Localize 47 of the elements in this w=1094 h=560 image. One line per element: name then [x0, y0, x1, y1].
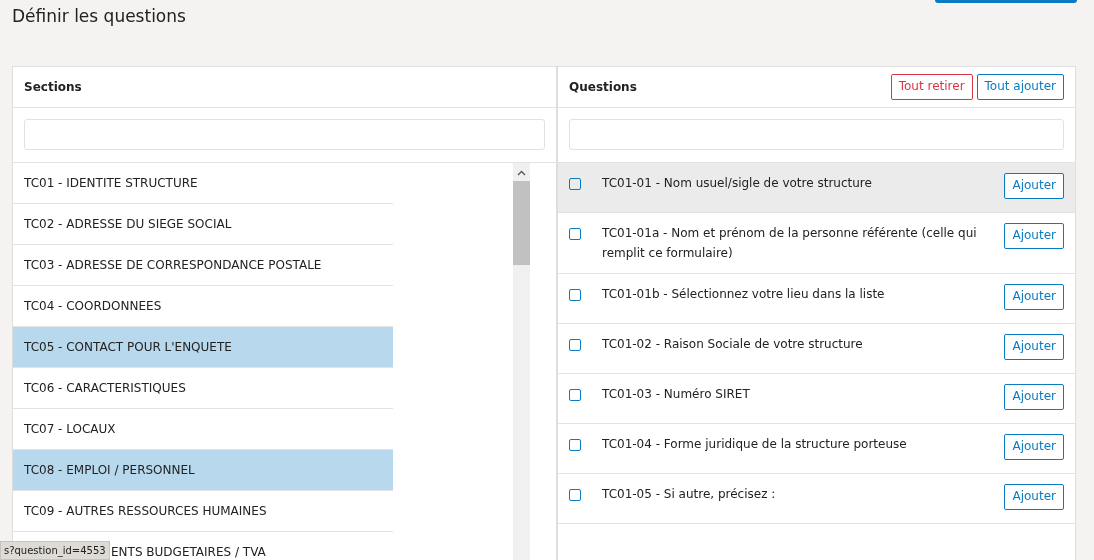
question-label: TC01-05 - Si autre, précisez : [602, 486, 777, 503]
scroll-thumb[interactable] [513, 181, 530, 265]
question-label: TC01-03 - Numéro SIRET [602, 386, 751, 403]
question-row[interactable]: TC01-03 - Numéro SIRET Ajouter [558, 374, 1075, 424]
add-button[interactable]: Ajouter [1004, 484, 1064, 510]
panel-title: Questions [569, 79, 637, 95]
checkbox[interactable] [569, 489, 581, 501]
section-item[interactable]: TC05 - CONTACT POUR L'ENQUETE [13, 327, 393, 368]
scrollbar[interactable] [513, 163, 530, 560]
question-row[interactable]: TC01-04 - Forme juridique de la structure porteuse Ajouter [558, 424, 1075, 474]
add-all-button[interactable]: Tout ajouter [976, 74, 1064, 100]
question-row[interactable]: TC01-05 - Si autre, précisez : Ajouter [558, 474, 1075, 524]
status-tooltip: s?question_id=4553 [0, 541, 110, 560]
question-row[interactable]: TC01-01b - Sélectionnez votre lieu dans la liste Ajouter [558, 274, 1075, 324]
section-item-text[interactable]: ENTS BUDGETAIRES / TVA [111, 543, 266, 560]
search-field[interactable] [569, 119, 1064, 150]
panel-title: Sections [24, 79, 82, 95]
checkbox[interactable] [569, 178, 581, 190]
add-button[interactable]: Ajouter [1004, 223, 1064, 249]
question-label: TC01-04 - Forme juridique de la structure porteuse [602, 436, 908, 453]
question-row[interactable]: TC01-01a - Nom et prénom de la personne référente (celle qui remplit ce formulaire) Ajouter [558, 213, 1075, 274]
question-label: TC01-02 - Raison Sociale de votre structure [602, 336, 864, 353]
add-button[interactable]: Ajouter [1004, 384, 1064, 410]
checkbox[interactable] [569, 389, 581, 401]
checkbox[interactable] [569, 289, 581, 301]
question-label: TC01-01b - Sélectionnez votre lieu dans la liste [602, 286, 886, 303]
page-title: Définir les questions [12, 6, 186, 26]
question-row[interactable]: TC01-02 - Raison Sociale de votre structure Ajouter [558, 324, 1075, 374]
question-row[interactable]: TC01-01 - Nom usuel/sigle de votre structure Ajouter [558, 163, 1075, 213]
question-label: TC01-01 - Nom usuel/sigle de votre structure [602, 175, 873, 192]
checkbox[interactable] [569, 228, 581, 240]
add-button[interactable]: Ajouter [1004, 173, 1064, 199]
remove-all-button[interactable]: Tout retirer [890, 74, 973, 100]
add-button[interactable]: Ajouter [1004, 284, 1064, 310]
section-item[interactable]: TC08 - EMPLOI / PERSONNEL [13, 450, 393, 491]
section-item[interactable]: TC09 - AUTRES RESSOURCES HUMAINES [13, 491, 393, 532]
checkbox[interactable] [569, 439, 581, 451]
section-item[interactable]: TC03 - ADRESSE DE CORRESPONDANCE POSTALE [13, 245, 393, 286]
add-button[interactable]: Ajouter [1004, 434, 1064, 460]
checkbox[interactable] [569, 339, 581, 351]
add-button[interactable]: Ajouter [1004, 334, 1064, 360]
section-item[interactable]: TC01 - IDENTITE STRUCTURE [13, 163, 393, 204]
section-item[interactable]: TC06 - CARACTERISTIQUES [13, 368, 393, 409]
search-field[interactable] [24, 119, 545, 150]
scroll-up-icon[interactable] [517, 170, 526, 176]
question-label: TC01-01a - Nom et prénom de la personne référente (celle qui remplit ce formulaire) [602, 225, 978, 262]
section-item[interactable]: TC02 - ADRESSE DU SIEGE SOCIAL [13, 204, 393, 245]
